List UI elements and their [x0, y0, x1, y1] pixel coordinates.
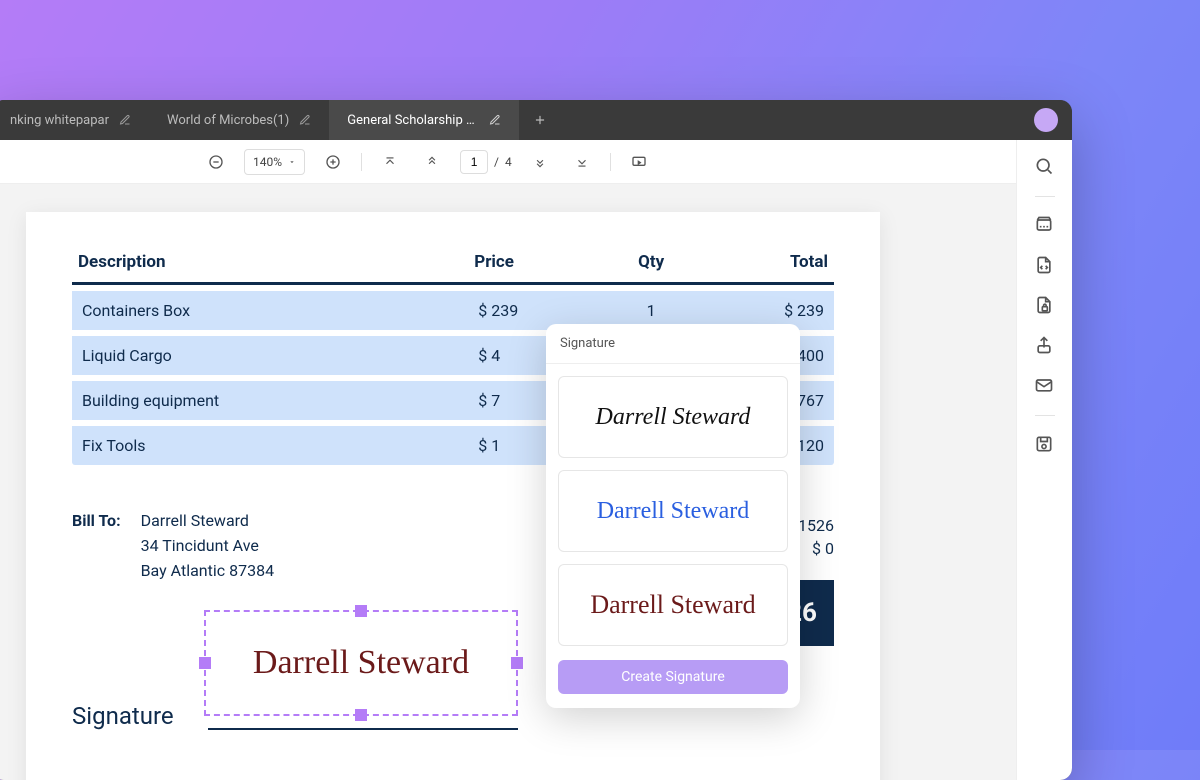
edit-icon: [119, 114, 131, 126]
tab-label: World of Microbes(1): [167, 113, 289, 128]
share-button[interactable]: [1034, 335, 1056, 357]
caret-down-icon: [288, 158, 296, 166]
placed-signature-text: Darrell Steward: [253, 644, 469, 682]
signature-popup-title: Signature: [546, 324, 800, 364]
edit-icon: [489, 114, 501, 126]
page-indicator: / 4: [460, 149, 512, 175]
tab-doc-2[interactable]: General Scholarship Applic: [329, 100, 519, 140]
zoom-value: 140%: [253, 155, 282, 169]
tab-bar: nking whitepapar World of Microbes(1) Ge…: [0, 100, 1072, 140]
page-total: 4: [505, 155, 512, 169]
tab-doc-0[interactable]: nking whitepapar: [0, 100, 149, 140]
resize-handle-top[interactable]: [355, 605, 367, 617]
presentation-icon: [631, 154, 647, 170]
edit-icon: [299, 114, 311, 126]
zoom-select[interactable]: 140%: [244, 149, 305, 175]
mail-icon: [1034, 375, 1054, 395]
tab-label: nking whitepapar: [10, 113, 109, 128]
save-icon: [1034, 434, 1054, 454]
file-lock-icon: [1034, 295, 1054, 315]
file-convert-icon: [1034, 255, 1054, 275]
chevrons-up-icon: [425, 155, 439, 169]
search-button[interactable]: [1034, 156, 1056, 178]
first-page-button[interactable]: [376, 148, 404, 176]
app-window: nking whitepapar World of Microbes(1) Ge…: [0, 100, 1072, 780]
document-page: Description Price Qty Total Containers B…: [26, 212, 880, 780]
resize-handle-bottom[interactable]: [355, 709, 367, 721]
col-price: Price: [468, 244, 590, 284]
ocr-button[interactable]: [1034, 215, 1056, 237]
signature-option-1[interactable]: Darrell Steward: [558, 376, 788, 458]
signature-option-2[interactable]: Darrell Steward: [558, 470, 788, 552]
save-button[interactable]: [1034, 434, 1056, 456]
chevrons-down-icon: [533, 155, 547, 169]
avatar[interactable]: [1034, 108, 1058, 132]
col-description: Description: [72, 244, 468, 284]
signature-option-3[interactable]: Darrell Steward: [558, 564, 788, 646]
toolbar: 140% / 4: [0, 140, 1072, 184]
minus-circle-icon: [208, 154, 224, 170]
page-current-input[interactable]: [460, 150, 488, 174]
col-qty: Qty: [590, 244, 712, 284]
bill-to-label: Bill To:: [72, 511, 121, 586]
signature-field-label: Signature: [72, 702, 174, 730]
signature-line: [208, 728, 518, 730]
tab-label: General Scholarship Applic: [347, 113, 479, 128]
right-rail: [1016, 140, 1072, 780]
search-icon: [1034, 156, 1054, 176]
present-button[interactable]: [625, 148, 653, 176]
resize-handle-right[interactable]: [511, 657, 523, 669]
signature-popup: Signature Darrell Steward Darrell Stewar…: [546, 324, 800, 708]
plus-icon: [533, 113, 547, 127]
ocr-icon: [1034, 215, 1054, 235]
create-signature-button[interactable]: Create Signature: [558, 660, 788, 694]
zoom-in-button[interactable]: [319, 148, 347, 176]
bill-to-addr1: 34 Tincidunt Ave: [141, 536, 275, 555]
prev-page-button[interactable]: [418, 148, 446, 176]
bill-to-addr2: Bay Atlantic 87384: [141, 561, 275, 580]
chevron-down-bar-icon: [575, 155, 589, 169]
placed-signature[interactable]: Darrell Steward: [204, 610, 518, 716]
zoom-out-button[interactable]: [202, 148, 230, 176]
convert-button[interactable]: [1034, 255, 1056, 277]
new-tab-button[interactable]: [519, 100, 561, 140]
last-page-button[interactable]: [568, 148, 596, 176]
tab-doc-1[interactable]: World of Microbes(1): [149, 100, 329, 140]
share-icon: [1034, 335, 1054, 355]
plus-circle-icon: [325, 154, 341, 170]
chevron-up-bar-icon: [383, 155, 397, 169]
next-page-button[interactable]: [526, 148, 554, 176]
page-sep: /: [494, 155, 499, 169]
protect-button[interactable]: [1034, 295, 1056, 317]
resize-handle-left[interactable]: [199, 657, 211, 669]
mail-button[interactable]: [1034, 375, 1056, 397]
bill-to-name: Darrell Steward: [141, 511, 275, 530]
document-viewport[interactable]: Description Price Qty Total Containers B…: [0, 184, 1016, 780]
col-total: Total: [712, 244, 834, 284]
